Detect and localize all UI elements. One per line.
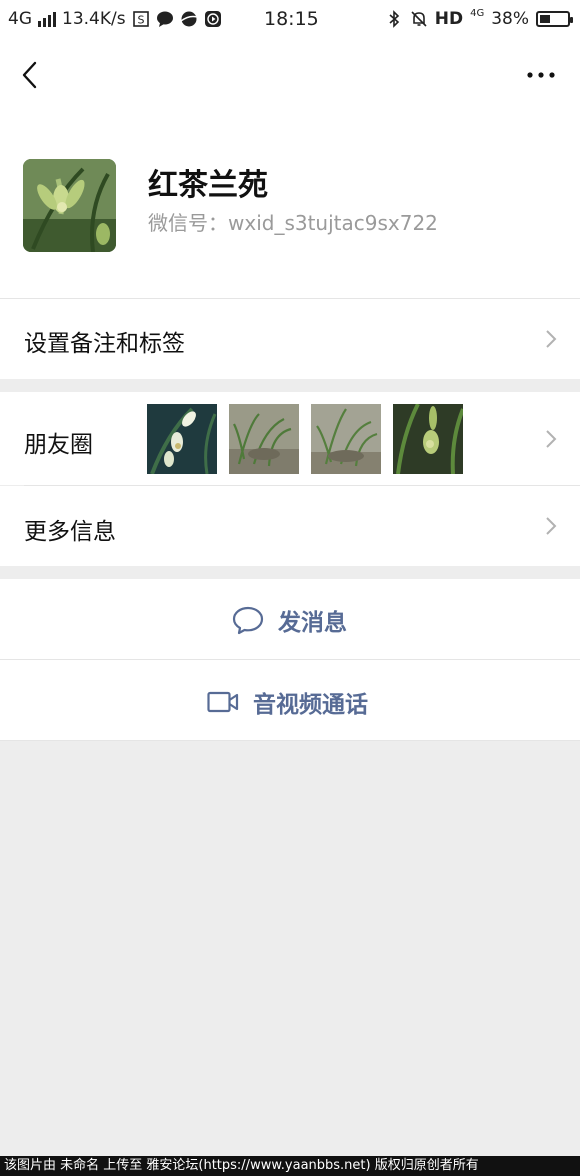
- more-options-icon[interactable]: [524, 62, 558, 88]
- video-call-content: 音视频通话: [207, 685, 368, 719]
- mute-bell-icon: [411, 11, 427, 27]
- orchid-avatar-image: [23, 159, 116, 252]
- moments-thumbnail: [393, 404, 463, 474]
- chevron-right-icon: [546, 430, 557, 448]
- video-camera-icon: [207, 691, 239, 713]
- divider: [0, 740, 580, 741]
- network-type: 4G: [8, 9, 32, 29]
- status-left: 4G 13.4K/s S: [8, 9, 222, 29]
- remark-and-tags-row[interactable]: 设置备注和标签: [0, 299, 580, 379]
- video-call-label: 音视频通话: [253, 692, 368, 718]
- wechat-id: 微信号：wxid_s3tujtac9sx722: [148, 211, 438, 235]
- video-call-button[interactable]: 音视频通话: [0, 660, 580, 740]
- remark-and-tags-label: 设置备注和标签: [24, 331, 185, 357]
- section-gap: [0, 379, 580, 392]
- battery-icon: [536, 11, 573, 27]
- upload-caption: 该图片由 未命名 上传至 雅安论坛(https://www.yaanbbs.ne…: [0, 1156, 580, 1176]
- profile-header: 红茶兰苑 微信号：wxid_s3tujtac9sx722: [0, 110, 580, 298]
- moments-row[interactable]: 朋友圈: [0, 392, 580, 485]
- avatar[interactable]: [23, 159, 116, 252]
- bluetooth-icon: [389, 10, 399, 28]
- send-message-label: 发消息: [278, 610, 347, 636]
- hd-indicator: HD: [434, 9, 464, 29]
- more-info-label: 更多信息: [24, 519, 116, 545]
- send-message-button[interactable]: 发消息: [0, 579, 580, 659]
- section-gap: [0, 566, 580, 579]
- moments-thumbnails: [147, 404, 463, 474]
- clock: 18:15: [264, 8, 319, 30]
- more-info-row[interactable]: 更多信息: [0, 486, 580, 566]
- moments-thumbnail: [311, 404, 381, 474]
- planet-icon: [180, 11, 197, 27]
- play-icon: [204, 11, 221, 27]
- contact-profile-page: 4G 13.4K/s S 18:15 HD 4G 38% 红茶兰苑 微信号：wx…: [0, 0, 580, 1176]
- battery-percent: 38%: [491, 9, 529, 29]
- chat-bubble-icon: [156, 11, 173, 27]
- lte-indicator: 4G: [470, 7, 485, 19]
- status-right: HD 4G 38%: [385, 7, 573, 29]
- contact-name: 红茶兰苑: [148, 168, 268, 203]
- chevron-right-icon: [546, 330, 557, 348]
- chevron-right-icon: [546, 517, 557, 535]
- back-arrow-icon[interactable]: [14, 58, 48, 92]
- status-bar: 4G 13.4K/s S 18:15 HD 4G 38%: [0, 0, 580, 40]
- network-speed: 13.4K/s: [62, 9, 126, 29]
- svg-text:S: S: [137, 14, 144, 27]
- navigation-bar: [0, 40, 580, 110]
- chat-bubble-icon: [232, 606, 264, 635]
- app-notification-icon: S: [132, 11, 149, 27]
- send-message-content: 发消息: [232, 603, 347, 637]
- moments-thumbnail: [147, 404, 217, 474]
- signal-icon: [38, 11, 56, 27]
- moments-label: 朋友圈: [24, 432, 93, 458]
- moments-thumbnail: [229, 404, 299, 474]
